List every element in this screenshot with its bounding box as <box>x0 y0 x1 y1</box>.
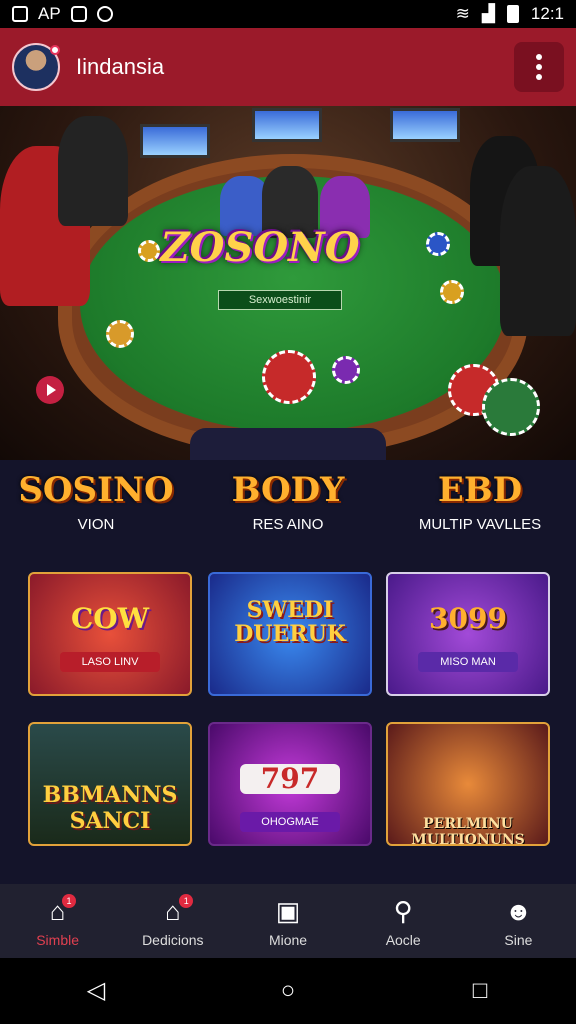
wifi-icon: ≋ <box>455 4 470 23</box>
game-title: COW <box>70 602 150 635</box>
chip-stack <box>482 378 540 436</box>
category-title: SOSINO <box>18 470 174 510</box>
banner-tab-notch <box>190 428 386 460</box>
settings-icon <box>96 6 113 22</box>
nav-item-mione[interactable]: ▣ Mione <box>230 884 345 958</box>
nav-label: Aocle <box>385 932 421 948</box>
game-card[interactable]: SWEDI DUERUK <box>208 572 372 696</box>
status-time: 12:1 <box>530 4 564 23</box>
search-icon: ⚲ <box>393 895 413 926</box>
game-title: BBMANNS SANCI <box>42 782 178 834</box>
hero-banner[interactable]: ZOSONO Sexwoestinir <box>0 106 576 460</box>
game-card[interactable]: 797 OHOGMAE <box>208 722 372 846</box>
game-card[interactable]: COW LASO LINV <box>28 572 192 696</box>
back-icon[interactable]: ◁ <box>82 977 110 1005</box>
avatar[interactable] <box>12 43 60 91</box>
game-card[interactable]: PERLMINU MULTIONUNS <box>386 722 550 846</box>
table-label: Sexwoestinir <box>218 290 342 310</box>
category-subtitle: RES AINO <box>252 516 324 533</box>
phone-icon: ▣ <box>275 895 301 926</box>
game-card[interactable]: 3099 MISO MAN <box>386 572 550 696</box>
slot-screen <box>390 108 460 142</box>
category-subtitle: VION <box>77 516 115 533</box>
image-icon <box>12 6 28 22</box>
chip-stack <box>106 320 134 348</box>
game-subtitle: OHOGMAE <box>240 812 340 832</box>
category-item[interactable]: BODY RES AINO <box>198 470 378 560</box>
chip-stack <box>440 280 464 304</box>
nav-badge: 1 <box>179 894 194 908</box>
battery-icon <box>506 5 519 23</box>
category-row: SOSINO VION BODY RES AINO EBD MULTIP VAV… <box>0 470 576 560</box>
overflow-menu-button[interactable] <box>514 42 564 92</box>
player <box>58 116 128 226</box>
home-circle-icon[interactable]: ○ <box>274 977 302 1005</box>
category-title: EBD <box>437 470 523 510</box>
slot-screen <box>252 108 322 142</box>
nav-item-sine[interactable]: ☻ Sine <box>461 884 576 958</box>
nav-label: Simble <box>36 932 79 948</box>
nav-item-home[interactable]: ⌂ 1 Simble <box>0 884 115 958</box>
signal-icon: ▟ <box>481 4 495 23</box>
chip-stack <box>332 356 360 384</box>
category-subtitle: MULTIP VAVLLES <box>418 516 542 533</box>
user-icon: ☻ <box>504 895 533 926</box>
casino-logo: ZOSONO <box>160 224 360 271</box>
nav-label: Dedicions <box>142 932 204 948</box>
camera-icon <box>70 6 87 22</box>
chip-stack <box>426 232 450 256</box>
game-card[interactable]: BBMANNS SANCI <box>28 722 192 846</box>
status-bar: AP ≋ ▟ 12:1 <box>0 0 576 28</box>
slot-screen <box>140 124 210 158</box>
nav-badge: 1 <box>62 894 76 908</box>
system-nav-bar: ◁ ○ □ <box>0 958 576 1024</box>
category-item[interactable]: EBD MULTIP VAVLLES <box>390 470 570 560</box>
category-title: BODY <box>231 470 345 510</box>
play-icon[interactable] <box>36 376 64 404</box>
game-title: 797 <box>240 764 340 794</box>
recents-icon[interactable]: □ <box>466 977 494 1005</box>
nav-label: Sine <box>504 932 533 948</box>
nav-item-aocle[interactable]: ⚲ Aocle <box>346 884 461 958</box>
game-subtitle: LASO LINV <box>60 652 160 672</box>
player <box>500 166 576 336</box>
chip-stack <box>138 240 160 262</box>
game-title: SWEDI DUERUK <box>234 597 346 647</box>
notification-dot <box>50 45 60 55</box>
game-title: PERLMINU MULTIONUNS <box>411 816 525 846</box>
status-left-text: AP <box>38 4 61 23</box>
bottom-nav: ⌂ 1 Simble ⌂ 1 Dedicions ▣ Mione ⚲ Aocle… <box>0 884 576 958</box>
nav-item-decisions[interactable]: ⌂ 1 Dedicions <box>115 884 230 958</box>
app-title: Iindansia <box>76 54 165 79</box>
game-title: 3099 <box>429 602 507 635</box>
nav-label: Mione <box>268 932 308 948</box>
app-bar: Iindansia <box>0 28 576 106</box>
chip-stack <box>262 350 316 404</box>
game-subtitle: MISO MAN <box>418 652 518 672</box>
category-item[interactable]: SOSINO VION <box>6 470 186 560</box>
